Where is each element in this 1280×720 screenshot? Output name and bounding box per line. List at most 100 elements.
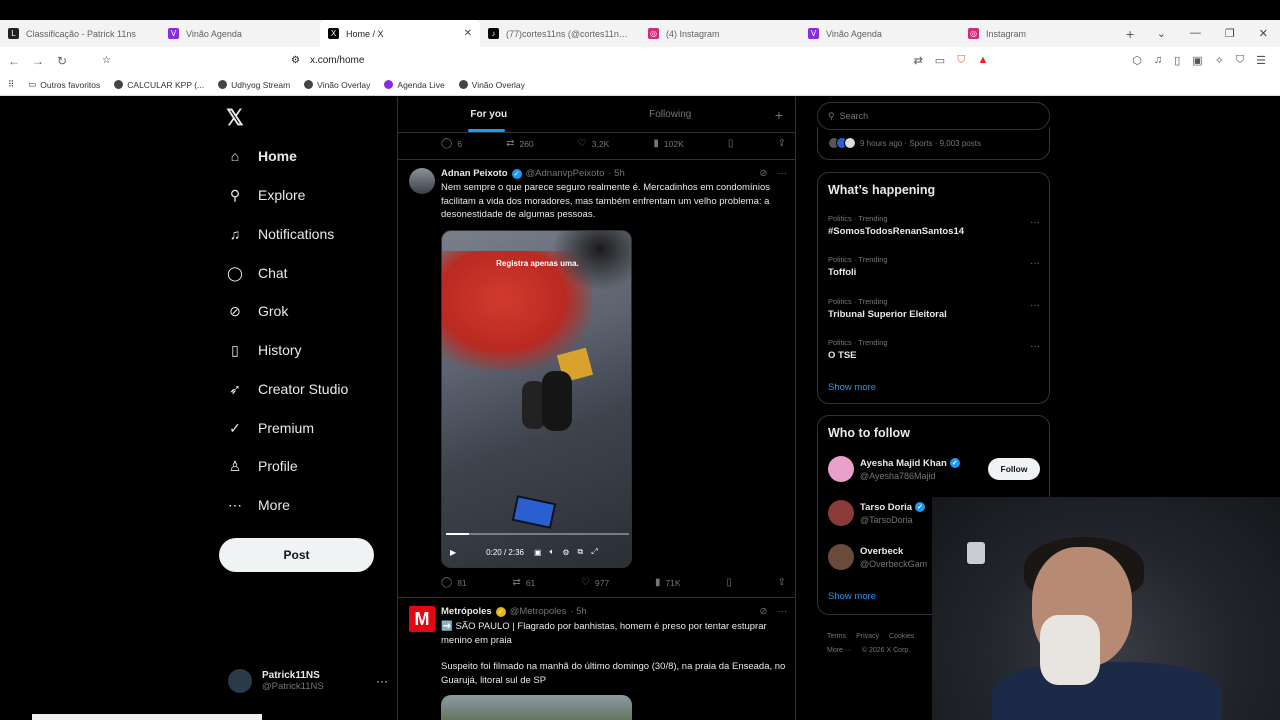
browser-tab[interactable]: ◎ Instagram <box>960 20 1120 47</box>
bookmark-star-icon[interactable]: ☆ <box>102 55 111 66</box>
avatar[interactable] <box>828 500 854 526</box>
brave-shield-icon[interactable]: ⛉ <box>957 54 965 67</box>
play-icon[interactable]: ▶ <box>450 548 456 557</box>
trend-item[interactable]: Politics · Trending #SomosTodosRenanSant… <box>828 214 1040 237</box>
fullscreen-icon[interactable]: ⤢ <box>591 547 597 557</box>
trend-item[interactable]: Politics · Trending Toffoli ··· <box>828 255 1040 278</box>
bookmark-folder[interactable]: ▭ Outros favoritos <box>28 79 100 90</box>
follow-suggestion[interactable]: Ayesha Majid Khan ✓ @Ayesha786Majid Follo… <box>828 456 1040 482</box>
like-button[interactable]: ♡ 3,2K <box>578 138 609 149</box>
search-input[interactable]: ⚲ Search <box>817 102 1050 130</box>
site-info-icon[interactable]: ⚙ <box>291 55 300 66</box>
footer-link[interactable]: Terms <box>827 633 846 640</box>
rewards-icon[interactable]: ▲ <box>977 54 988 67</box>
trend-item[interactable]: Politics · Trending Tribunal Superior El… <box>828 297 1040 320</box>
author-handle[interactable]: @Metropoles <box>510 606 567 617</box>
new-tab-icon[interactable]: + <box>1126 26 1134 42</box>
sidebar-item-notifications[interactable]: ♫ Notifications <box>226 222 335 246</box>
sidebar-item-chat[interactable]: ◯ Chat <box>226 261 287 285</box>
extension-icon[interactable]: ⬡ <box>1132 54 1142 67</box>
more-dots-icon[interactable]: ··· <box>376 674 388 688</box>
post-image[interactable] <box>441 695 632 720</box>
forward-icon[interactable]: → <box>28 54 48 68</box>
sidebar-item-creator-studio[interactable]: ➶ Creator Studio <box>226 377 348 401</box>
more-dots-icon[interactable]: ··· <box>1030 300 1040 311</box>
bookmark-post-button[interactable]: ▯ <box>728 138 734 149</box>
footer-link[interactable]: More ··· <box>827 647 852 654</box>
footer-link[interactable]: Privacy <box>856 633 879 640</box>
reply-button[interactable]: ◯ 81 <box>441 577 467 588</box>
more-dots-icon[interactable]: ··· <box>778 606 788 617</box>
bookmark-item[interactable]: Agenda Live <box>384 80 445 90</box>
menu-icon[interactable]: ☰ <box>1256 54 1266 67</box>
bookmark-item[interactable]: CALCULAR KPP (... <box>114 80 204 90</box>
reply-button[interactable]: ◯ 6 <box>441 138 462 149</box>
bookmark-post-button[interactable]: ▯ <box>726 577 732 588</box>
share-button[interactable]: ⇪ <box>778 577 786 588</box>
volume-icon[interactable]: 🔈︎ <box>550 547 555 557</box>
vpn-icon[interactable]: ⛉ <box>1236 54 1244 67</box>
browser-tab-active[interactable]: X Home / X ✕ <box>320 20 480 47</box>
bookmark-item[interactable]: Vinão Overlay <box>304 80 370 90</box>
account-switcher[interactable]: Patrick11NS @Patrick11NS ··· <box>228 669 388 693</box>
more-dots-icon[interactable]: ··· <box>1030 341 1040 352</box>
share-button[interactable]: ⇪ <box>778 138 786 149</box>
post-time[interactable]: · 5h <box>570 606 586 617</box>
sidebar-item-explore[interactable]: ⚲ Explore <box>226 183 306 207</box>
more-dots-icon[interactable]: ··· <box>1030 217 1040 228</box>
reload-icon[interactable]: ↻ <box>52 54 72 68</box>
grok-icon[interactable]: ⊘ <box>760 168 768 179</box>
media-icon[interactable]: ♫ <box>1154 54 1162 67</box>
views-button[interactable]: ▮ 71K <box>655 577 681 588</box>
sidebar-item-grok[interactable]: ⊘ Grok <box>226 299 288 323</box>
post-time[interactable]: · 5h <box>608 168 624 179</box>
avatar[interactable] <box>828 544 854 570</box>
tab-following[interactable]: Following <box>580 97 762 132</box>
leo-icon[interactable]: ✧ <box>1215 54 1224 67</box>
video-progress-bar[interactable] <box>446 533 629 535</box>
add-tab-icon[interactable]: + <box>761 97 795 132</box>
post-button[interactable]: Post <box>219 538 374 572</box>
repost-button[interactable]: ⇄ 260 <box>506 138 534 149</box>
views-button[interactable]: ▮ 102K <box>653 138 683 149</box>
repost-button[interactable]: ⇄ 61 <box>512 577 535 588</box>
translate-icon[interactable]: ⇄ <box>914 54 923 67</box>
sidebar-icon[interactable]: ▯ <box>1174 54 1180 67</box>
show-more-link[interactable]: Show more <box>828 591 876 602</box>
author-name[interactable]: Adnan Peixoto <box>441 168 508 179</box>
x-logo-icon[interactable]: 𝕏 <box>226 105 244 131</box>
trend-item[interactable]: Politics · Trending O TSE ··· <box>828 338 1040 361</box>
url-field[interactable]: ☆ ⚙ x.com/home <box>102 55 364 66</box>
apps-icon[interactable]: ⠿ <box>8 79 14 90</box>
browser-tab[interactable]: L Classificação - Patrick 11ns <box>0 20 160 47</box>
sidebar-item-history[interactable]: ▯ History <box>226 338 301 362</box>
browser-tab[interactable]: V Vinão Agenda <box>800 20 960 47</box>
pip-icon[interactable]: ⧉ <box>578 547 584 557</box>
back-icon[interactable]: ← <box>4 54 24 68</box>
sidebar-item-home[interactable]: ⌂ Home <box>226 144 297 168</box>
restore-icon[interactable]: ❐ <box>1225 27 1235 40</box>
metropoles-logo-icon[interactable]: M <box>409 606 435 632</box>
more-dots-icon[interactable]: ··· <box>1030 258 1040 269</box>
close-tab-icon[interactable]: ✕ <box>464 28 472 39</box>
grok-icon[interactable]: ⊘ <box>760 606 768 617</box>
settings-icon[interactable]: ⚙ <box>562 548 569 557</box>
avatar[interactable] <box>828 456 854 482</box>
sidebar-item-profile[interactable]: ♙ Profile <box>226 454 298 478</box>
trending-sports-row[interactable]: 9 hours ago · Sports · 9,003 posts <box>817 127 1050 160</box>
author-name[interactable]: Metrópoles <box>441 606 492 617</box>
close-window-icon[interactable]: ✕ <box>1259 27 1268 40</box>
follow-button[interactable]: Follow <box>988 458 1040 480</box>
sidebar-item-premium[interactable]: ✓ Premium <box>226 416 314 440</box>
author-handle[interactable]: @AdnanvpPeixoto <box>526 168 605 179</box>
tab-search-icon[interactable]: ⌄ <box>1157 27 1166 40</box>
cast-icon[interactable]: ▭ <box>935 54 945 67</box>
show-more-link[interactable]: Show more <box>828 382 876 393</box>
video-player[interactable]: Registra apenas uma. ▶ 0:20 / 2:36 ▣ 🔈︎ … <box>441 230 632 568</box>
browser-tab[interactable]: ♪ (77)cortes11ns (@cortes11ns7) | Ti <box>480 20 640 47</box>
like-button[interactable]: ♡ 977 <box>581 577 609 588</box>
more-dots-icon[interactable]: ··· <box>778 168 788 179</box>
browser-tab[interactable]: V Vinão Agenda <box>160 20 320 47</box>
wallet-icon[interactable]: ▣ <box>1192 54 1202 67</box>
captions-icon[interactable]: ▣ <box>534 548 542 557</box>
